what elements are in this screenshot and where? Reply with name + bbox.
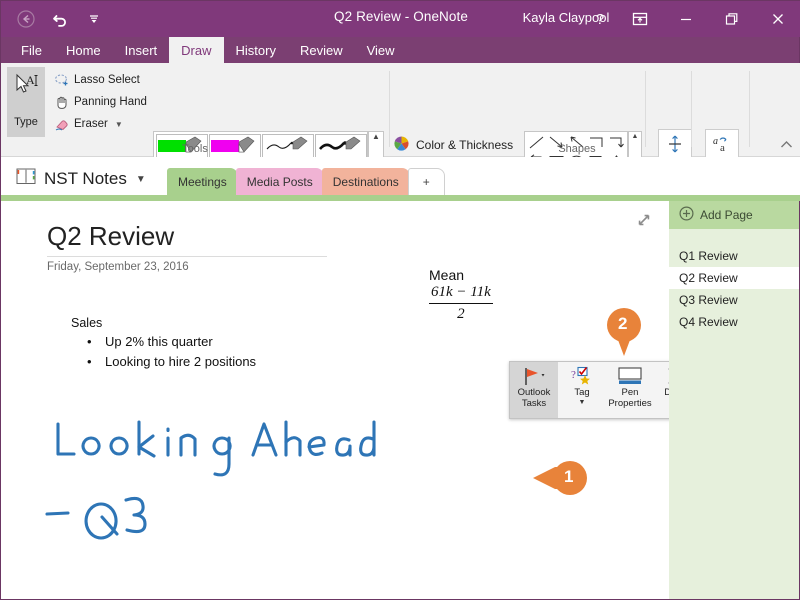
svg-text:a: a: [713, 136, 718, 147]
sales-bullet-list: Up 2% this quarter Looking to hire 2 pos…: [71, 332, 256, 372]
ribbon-tab-insert[interactable]: Insert: [113, 37, 170, 63]
page-item-q1[interactable]: Q1 Review: [669, 245, 799, 267]
edit-insert-space-icon: [658, 129, 692, 159]
title-divider: [47, 256, 327, 257]
group-shapes-label: Shapes: [558, 143, 596, 155]
page-item-q2[interactable]: Q2 Review: [669, 267, 799, 289]
expand-page-icon[interactable]: [635, 211, 653, 229]
chevron-down-icon[interactable]: ▼: [136, 174, 146, 185]
ribbon-tab-home[interactable]: Home: [54, 37, 113, 63]
pen-properties-icon: [616, 365, 644, 387]
ink-to-text-icon: aa: [705, 129, 739, 159]
section-tab-media-posts[interactable]: Media Posts: [235, 168, 324, 195]
add-page-button[interactable]: Add Page: [669, 201, 799, 229]
group-tools: Tools: [1, 63, 389, 157]
collapse-ribbon-icon[interactable]: [780, 140, 793, 152]
add-page-label: Add Page: [700, 208, 753, 222]
notebook-icon: [15, 167, 37, 191]
pen-properties-label: Pen Properties: [608, 387, 652, 409]
color-thickness-button[interactable]: Color & Thickness: [393, 135, 513, 155]
math-equation-block[interactable]: Mean 61k − 11k 2: [429, 267, 493, 323]
close-icon[interactable]: [755, 1, 800, 37]
help-button[interactable]: ?: [583, 1, 617, 37]
group-separator: [749, 71, 750, 147]
list-item[interactable]: Looking to hire 2 positions: [71, 352, 256, 372]
ribbon: A Type Lasso Select Panning Hand Eraser …: [1, 63, 800, 189]
color-wheel-icon: [393, 135, 410, 155]
ribbon-tab-history[interactable]: History: [224, 37, 288, 63]
handwriting-ink-block[interactable]: [29, 416, 379, 551]
math-numerator: 61k − 11k: [431, 284, 491, 300]
page-date[interactable]: Friday, September 23, 2016: [47, 261, 189, 273]
section-tab-meetings[interactable]: Meetings: [167, 168, 238, 195]
notebook-selector[interactable]: NST Notes ▼: [15, 167, 146, 191]
ribbon-tab-draw[interactable]: Draw: [169, 37, 224, 63]
plus-circle-icon: [679, 206, 694, 224]
callout-badge-1: 1: [533, 459, 589, 497]
group-tools-label: Tools: [182, 143, 208, 155]
page-list: Q1 Review Q2 Review Q3 Review Q4 Review: [669, 229, 799, 333]
outlook-task-flag-icon: [521, 365, 547, 387]
notebook-name: NST Notes: [44, 169, 127, 188]
page-list-pane: Add Page Q1 Review Q2 Review Q3 Review Q…: [669, 201, 799, 599]
group-shapes: Shapes: [509, 63, 645, 157]
add-section-button[interactable]: +: [407, 168, 445, 195]
section-tab-destinations[interactable]: Destinations: [321, 168, 410, 195]
window-title-text: Q2 Review - OneNote: [334, 9, 468, 24]
math-label-mean: Mean: [429, 267, 465, 283]
page-title[interactable]: Q2 Review: [47, 221, 174, 252]
callout-badge-2: 2: [605, 306, 643, 356]
group-separator: [691, 71, 692, 147]
tag-button[interactable]: ? Tag ▼: [558, 362, 606, 418]
title-bar: Q2 Review - OneNote Kayla Claypool ?: [1, 1, 800, 37]
minimize-icon[interactable]: [663, 1, 709, 37]
svg-text:?: ?: [571, 369, 576, 381]
ribbon-tab-file[interactable]: File: [9, 37, 54, 63]
callout-badge-1-number: 1: [564, 467, 574, 486]
math-fraction-bar: [429, 303, 493, 304]
ribbon-display-options-icon[interactable]: [617, 1, 663, 37]
math-fraction: 61k − 11k 2: [429, 284, 493, 323]
outlook-tasks-button[interactable]: Outlook Tasks: [510, 362, 558, 418]
color-thickness-label: Color & Thickness: [416, 138, 514, 152]
callout-badge-2-number: 2: [618, 314, 628, 333]
list-item[interactable]: Up 2% this quarter: [71, 332, 256, 352]
page-item-q3[interactable]: Q3 Review: [669, 289, 799, 311]
ribbon-tab-review[interactable]: Review: [288, 37, 355, 63]
tag-dropdown-icon[interactable]: ▼: [579, 399, 586, 406]
handwriting-ink-strokes: [45, 420, 376, 540]
sales-heading: Sales: [71, 316, 103, 330]
restore-icon[interactable]: [709, 1, 755, 37]
ribbon-tab-view[interactable]: View: [355, 37, 407, 63]
group-separator: [645, 71, 646, 147]
section-tabs: Meetings Media Posts Destinations +: [167, 168, 445, 195]
outlook-tasks-label: Outlook Tasks: [517, 387, 551, 409]
math-denominator: 2: [457, 306, 465, 322]
sales-note-block[interactable]: Sales Up 2% this quarter Looking to hire…: [71, 316, 256, 372]
onenote-window: Q2 Review - OneNote Kayla Claypool ? Fil…: [0, 0, 800, 600]
page-item-q4[interactable]: Q4 Review: [669, 311, 799, 333]
window-controls: ?: [583, 1, 800, 37]
group-separator: [389, 71, 390, 147]
pen-properties-button[interactable]: Pen Properties: [606, 362, 654, 418]
tag-icon: ?: [570, 365, 594, 387]
ribbon-tab-strip: File Home Insert Draw History Review Vie…: [1, 37, 800, 63]
tag-label: Tag: [574, 387, 590, 398]
svg-text:a: a: [720, 142, 725, 154]
